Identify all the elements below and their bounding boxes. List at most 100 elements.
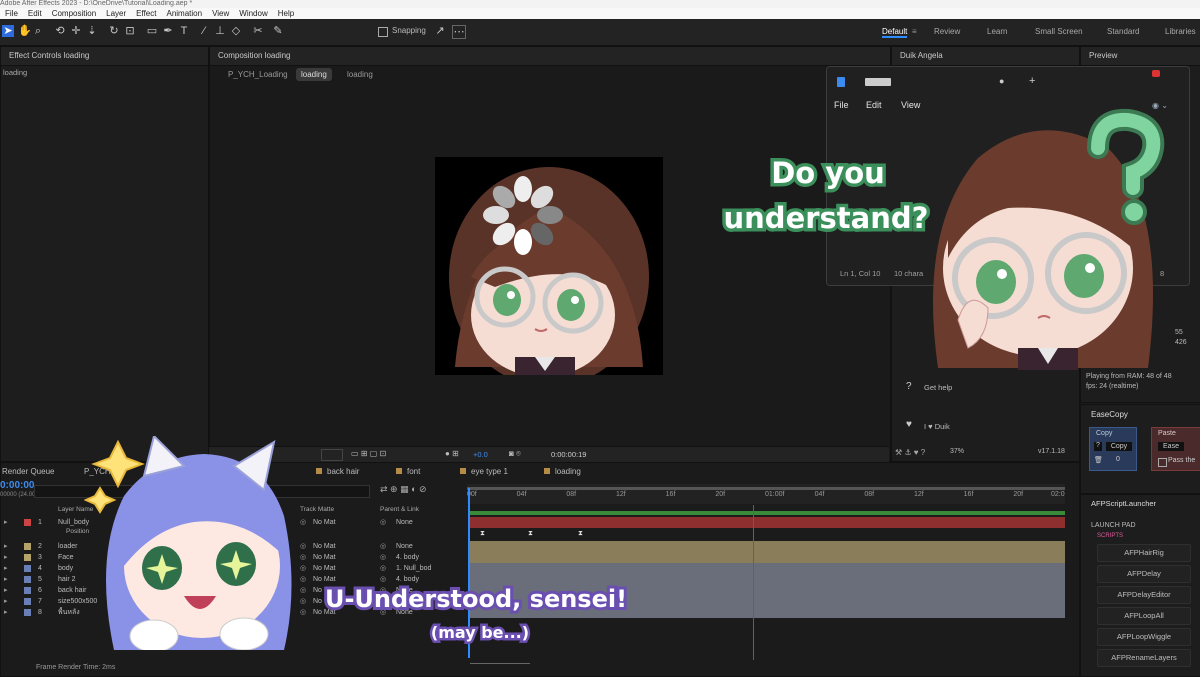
zoom-slider[interactable] <box>470 663 530 669</box>
stamp-tool-icon[interactable]: ⊥ <box>214 25 226 37</box>
notepad-menu-edit[interactable]: Edit <box>866 100 882 110</box>
easecopy-ease-button[interactable]: Ease <box>1158 442 1184 451</box>
layer-duration-bar[interactable] <box>469 552 1065 563</box>
rotate-tool-icon[interactable]: ↻ <box>108 25 120 37</box>
composition-canvas[interactable] <box>435 157 663 375</box>
menu-edit[interactable]: Edit <box>28 9 42 18</box>
label-color[interactable] <box>24 598 31 605</box>
workspace-tab-libraries[interactable]: Libraries <box>1165 27 1196 36</box>
label-color[interactable] <box>24 587 31 594</box>
rectangle-tool-icon[interactable]: ▭ <box>146 25 158 37</box>
resolution-dropdown[interactable] <box>321 449 343 461</box>
label-color[interactable] <box>24 565 31 572</box>
eye-icon[interactable]: ▸ <box>4 552 8 563</box>
eye-icon[interactable]: ▸ <box>4 585 8 596</box>
eraser-tool-icon[interactable]: ◇ <box>230 25 242 37</box>
label-color[interactable] <box>24 543 31 550</box>
pickwhip-icon[interactable]: ◎ <box>380 563 386 574</box>
timeline-switch-icons[interactable]: ⇄ ⊕ ▦ ◐ ⊘ <box>380 484 427 495</box>
parent-dropdown[interactable]: None <box>396 541 446 552</box>
color-icon[interactable]: ● ⊞ <box>445 449 459 458</box>
tab-font[interactable]: font <box>396 467 420 476</box>
notepad-menu-file[interactable]: File <box>834 100 849 110</box>
new-tab-icon[interactable]: + <box>1029 75 1035 87</box>
pickwhip-icon[interactable]: ◎ <box>380 517 386 528</box>
workspace-tab-review[interactable]: Review <box>934 27 960 36</box>
parent-dropdown[interactable]: None <box>396 517 446 528</box>
timeline-timecode[interactable]: 0:00:00 <box>0 480 34 491</box>
duik-love[interactable]: I ♥ Duik <box>924 422 950 431</box>
label-color[interactable] <box>24 519 31 526</box>
layer-duration-bar[interactable] <box>469 563 1065 574</box>
pen-tool-icon[interactable]: ✒ <box>162 25 174 37</box>
script-afprenamelayers-button[interactable]: AFPRenameLayers <box>1097 649 1191 667</box>
brush-tool-icon[interactable]: ⁄ <box>198 25 210 37</box>
easecopy-trash-icon[interactable]: 🗑 <box>1094 456 1103 464</box>
keyframe-icon[interactable]: ⧗ <box>528 530 533 538</box>
hand-tool-icon[interactable]: ✋ <box>18 25 32 37</box>
workspace-menu-icon[interactable]: ≡ <box>912 27 917 36</box>
tab-back-hair[interactable]: back hair <box>316 467 359 476</box>
track-matte-dropdown[interactable]: No Mat <box>313 563 349 574</box>
menu-composition[interactable]: Composition <box>52 9 96 18</box>
script-afploopwiggle-button[interactable]: AFPLoopWiggle <box>1097 628 1191 646</box>
workspace-tab-default[interactable]: Default <box>882 27 908 38</box>
breadcrumb-loading[interactable]: loading <box>347 70 373 79</box>
menu-help[interactable]: Help <box>278 9 294 18</box>
eye-icon[interactable]: ▸ <box>4 574 8 585</box>
comp-timecode[interactable]: 0:00:00:19 <box>551 450 586 459</box>
menu-layer[interactable]: Layer <box>106 9 126 18</box>
parent-dropdown[interactable]: 1. Null_bod <box>396 563 446 574</box>
track-matte-dropdown[interactable]: No Mat <box>313 552 349 563</box>
duik-title[interactable]: Duik Angela <box>892 47 1079 66</box>
workspace-tab-learn[interactable]: Learn <box>987 27 1007 36</box>
script-afpdelay-button[interactable]: AFPDelay <box>1097 565 1191 583</box>
workspace-tab-small-screen[interactable]: Small Screen <box>1035 27 1083 36</box>
preview-title[interactable]: Preview <box>1081 47 1200 66</box>
label-color[interactable] <box>24 554 31 561</box>
breadcrumb-p-ych-loading[interactable]: P_YCH_Loading <box>228 70 288 79</box>
keyframe-icon[interactable]: ⧗ <box>480 530 485 538</box>
orbit-tool-icon[interactable]: ⟲ <box>54 25 66 37</box>
eye-icon[interactable]: ▸ <box>4 563 8 574</box>
keyframe-icon[interactable]: ⧗ <box>578 530 583 538</box>
snapping-checkbox[interactable] <box>378 27 388 37</box>
exposure-value[interactable]: +0.0 <box>473 450 488 459</box>
notepad-tab-title[interactable] <box>865 78 891 86</box>
menu-animation[interactable]: Animation <box>166 9 202 18</box>
snap-icon[interactable]: ↗ <box>434 25 446 37</box>
roto-tool-icon[interactable]: ✂ <box>252 25 264 37</box>
eye-icon[interactable]: ▸ <box>4 541 8 552</box>
grid-snap-icon[interactable]: ⋯ <box>452 25 466 39</box>
layer-duration-bar[interactable] <box>469 517 1065 528</box>
layer-duration-bar[interactable] <box>469 541 1065 552</box>
track-matte-dropdown[interactable]: No Mat <box>313 517 349 528</box>
script-afploopall-button[interactable]: AFPLoopAll <box>1097 607 1191 625</box>
selection-tool-icon[interactable]: ➤ <box>2 25 14 37</box>
easecopy-pass-checkbox[interactable] <box>1158 458 1167 467</box>
easecopy-question-icon[interactable]: ? <box>1094 442 1102 451</box>
eye-icon[interactable]: ▸ <box>4 596 8 607</box>
pickwhip-icon[interactable]: ◎ <box>380 541 386 552</box>
label-color[interactable] <box>24 576 31 583</box>
script-afpdelayeditor-button[interactable]: AFPDelayEditor <box>1097 586 1191 604</box>
type-tool-icon[interactable]: T <box>178 25 190 37</box>
breadcrumb-loading-active[interactable]: loading <box>296 68 332 81</box>
track-matte-dropdown[interactable]: No Mat <box>313 541 349 552</box>
view-options-icon[interactable]: ▭ ⊞ ▢ ⊡ <box>351 449 386 458</box>
tab-render-queue[interactable]: Render Queue <box>2 467 54 476</box>
tab-eye-type-1[interactable]: eye type 1 <box>460 467 508 476</box>
dolly-tool-icon[interactable]: ⇣ <box>86 25 98 37</box>
zoom-tool-icon[interactable]: ⌕ <box>32 25 44 37</box>
eye-icon[interactable]: ▸ <box>4 517 8 528</box>
pickwhip-icon[interactable]: ◎ <box>380 552 386 563</box>
duik-tool-icons[interactable]: ⚒ ⚓ ♥ ? <box>895 448 925 457</box>
anchor-tool-icon[interactable]: ⊡ <box>124 25 136 37</box>
effect-controls-title[interactable]: Effect Controls loading <box>1 47 208 66</box>
menu-file[interactable]: File <box>5 9 18 18</box>
menu-window[interactable]: Window <box>239 9 267 18</box>
parent-dropdown[interactable]: 4. body <box>396 552 446 563</box>
duik-get-help[interactable]: Get help <box>924 383 952 392</box>
script-afphairrig-button[interactable]: AFPHairRig <box>1097 544 1191 562</box>
eye-icon[interactable]: ▸ <box>4 607 8 618</box>
